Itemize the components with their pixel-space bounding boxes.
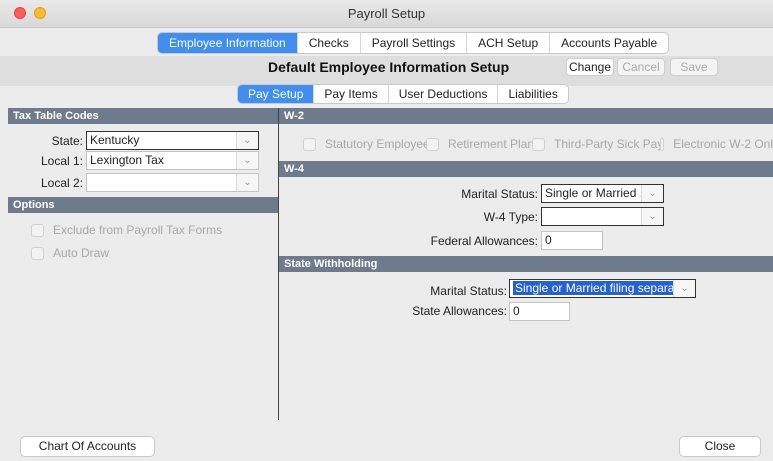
chevron-down-icon: ⌄ — [641, 208, 663, 225]
tax-table-codes-header: Tax Table Codes — [8, 108, 278, 124]
state-label: State: — [51, 134, 83, 148]
retirement-plan-label: Retirement Plan — [448, 137, 535, 151]
state-allowances-label: State Allowances: — [412, 304, 507, 318]
top-tab-bar: Employee Information Checks Payroll Sett… — [157, 32, 670, 54]
tab-pay-items[interactable]: Pay Items — [314, 85, 389, 103]
change-button[interactable]: Change — [566, 58, 614, 76]
w2-header: W-2 — [279, 108, 773, 124]
local1-select[interactable]: Lexington Tax ⌄ — [86, 151, 259, 170]
tab-employee-information[interactable]: Employee Information — [158, 33, 298, 53]
chevron-down-icon: ⌄ — [236, 174, 258, 191]
tab-user-deductions[interactable]: User Deductions — [388, 85, 499, 103]
page-title: Default Employee Information Setup — [268, 59, 510, 75]
w4-type-label: W-4 Type: — [483, 210, 538, 224]
state-value: Kentucky — [90, 133, 140, 147]
checkbox-box — [303, 137, 316, 151]
checkbox-box — [426, 137, 439, 151]
chart-of-accounts-button[interactable]: Chart Of Accounts — [20, 436, 155, 457]
options-header: Options — [8, 197, 278, 213]
tab-accounts-payable[interactable]: Accounts Payable — [550, 33, 669, 53]
local1-value: Lexington Tax — [90, 153, 164, 167]
w4-marital-status-select[interactable]: Single or Married ... ⌄ — [541, 184, 664, 203]
sub-tab-bar: Pay Setup Pay Items User Deductions Liab… — [237, 84, 569, 104]
payroll-setup-window: Payroll Setup Employee Information Check… — [0, 0, 773, 461]
cancel-button[interactable]: Cancel — [617, 58, 665, 76]
w4-marital-status-label: Marital Status: — [461, 187, 538, 201]
electronic-w2-checkbox[interactable]: Electronic W-2 Onl — [660, 137, 773, 151]
state-marital-status-value: Single or Married filing separat... — [513, 281, 690, 295]
federal-allowances-input[interactable]: 0 — [541, 231, 603, 250]
third-party-sick-pay-label: Third-Party Sick Pay — [554, 137, 664, 151]
local1-label: Local 1: — [40, 154, 83, 168]
tab-ach-setup[interactable]: ACH Setup — [467, 33, 551, 53]
statutory-employee-label: Statutory Employee — [325, 137, 430, 151]
close-button[interactable]: Close — [679, 436, 761, 457]
w4-type-select[interactable]: ⌄ — [541, 207, 664, 226]
tab-payroll-settings[interactable]: Payroll Settings — [360, 33, 468, 53]
federal-allowances-label: Federal Allowances: — [430, 234, 538, 248]
checkbox-box — [31, 246, 44, 260]
auto-draw-label: Auto Draw — [53, 246, 110, 260]
exclude-payroll-tax-label: Exclude from Payroll Tax Forms — [53, 223, 223, 237]
title-bar[interactable]: Payroll Setup — [0, 0, 773, 28]
exclude-payroll-tax-checkbox[interactable]: Exclude from Payroll Tax Forms — [31, 223, 222, 237]
local2-select[interactable]: ⌄ — [86, 173, 259, 192]
chevron-down-icon: ⌄ — [673, 280, 695, 297]
state-allowances-input[interactable]: 0 — [509, 302, 570, 321]
auto-draw-checkbox[interactable]: Auto Draw — [31, 246, 109, 260]
w4-header: W-4 — [279, 161, 773, 177]
tab-pay-setup[interactable]: Pay Setup — [238, 85, 315, 103]
third-party-sick-pay-checkbox[interactable]: Third-Party Sick Pay — [532, 137, 663, 151]
checkbox-box — [660, 137, 665, 151]
save-button[interactable]: Save — [670, 58, 718, 76]
window-title: Payroll Setup — [347, 6, 426, 21]
w4-marital-status-value: Single or Married ... — [545, 186, 650, 200]
electronic-w2-label: Electronic W-2 Onl — [673, 137, 773, 151]
state-marital-status-select[interactable]: Single or Married filing separat... ⌄ — [509, 279, 696, 298]
chevron-down-icon: ⌄ — [236, 152, 258, 169]
tab-checks[interactable]: Checks — [297, 33, 361, 53]
state-select[interactable]: Kentucky ⌄ — [86, 131, 259, 150]
statutory-employee-checkbox[interactable]: Statutory Employee — [303, 137, 430, 151]
chevron-down-icon: ⌄ — [641, 185, 663, 202]
chevron-down-icon: ⌄ — [236, 132, 258, 149]
retirement-plan-checkbox[interactable]: Retirement Plan — [426, 137, 534, 151]
checkbox-box — [532, 137, 545, 151]
local2-label: Local 2: — [40, 176, 83, 190]
state-withholding-header: State Withholding — [279, 256, 773, 272]
tab-liabilities[interactable]: Liabilities — [498, 85, 568, 103]
checkbox-box — [31, 223, 44, 237]
state-marital-status-label: Marital Status: — [430, 284, 507, 298]
